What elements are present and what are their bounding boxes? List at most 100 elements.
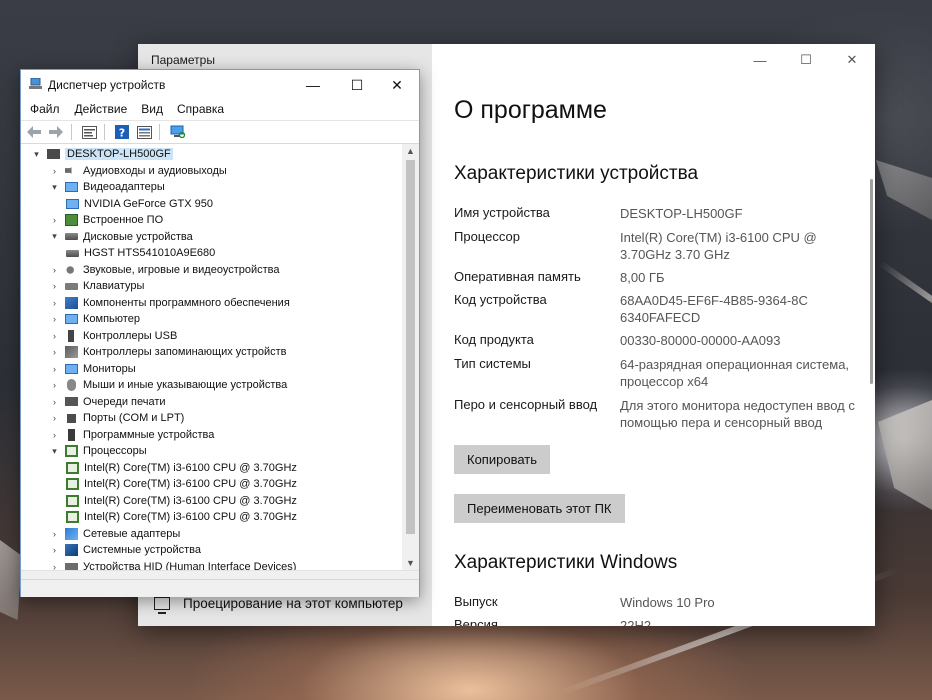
tree-node-label: Порты (COM и LPT) [83, 412, 185, 424]
tree-category-node[interactable]: › Устройства HID (Human Interface Devices… [49, 559, 296, 571]
tree-category-node[interactable]: ▾ Видеоадаптеры [49, 179, 165, 195]
expand-icon[interactable]: › [49, 562, 60, 571]
tree-category-node[interactable]: › Программные устройства [49, 427, 214, 443]
scroll-up-icon[interactable]: ▲ [406, 146, 415, 156]
expand-icon[interactable]: › [49, 166, 60, 176]
spec-value-edition: Windows 10 Pro [620, 595, 715, 610]
tree-category-node[interactable]: › Звуковые, игровые и видеоустройства [49, 262, 280, 278]
disk-icon [65, 233, 78, 240]
tree-category-node[interactable]: ▾ Процессоры [49, 443, 147, 459]
tree-category-node[interactable]: › Мониторы [49, 361, 136, 377]
spec-value-processor: Intel(R) Core(TM) i3-6100 CPU @ 3.70GHz … [620, 230, 817, 262]
forward-icon[interactable] [47, 124, 65, 140]
expand-icon[interactable]: › [49, 215, 60, 225]
help-icon[interactable]: ? [113, 124, 131, 140]
tree-node-label: NVIDIA GeForce GTX 950 [84, 197, 213, 210]
tree-category-node[interactable]: ▾ Дисковые устройства [49, 229, 193, 245]
device-manager-icon [29, 78, 42, 89]
expand-icon[interactable]: › [49, 364, 60, 374]
tree-root-node[interactable]: ▾ DESKTOP-LH500GF [31, 146, 173, 162]
tree-device-node[interactable]: NVIDIA GeForce GTX 950 [66, 196, 213, 212]
expand-icon[interactable]: › [49, 281, 60, 291]
menu-file[interactable]: Файл [21, 100, 60, 120]
expand-icon[interactable]: › [49, 298, 60, 308]
settings-maximize-button[interactable]: ☐ [783, 44, 829, 76]
expand-icon[interactable]: › [49, 331, 60, 341]
copy-button[interactable]: Копировать [454, 445, 550, 474]
collapse-icon[interactable]: ▾ [49, 446, 60, 457]
tree-category-node[interactable]: › Компьютер [49, 311, 140, 327]
expand-icon[interactable]: › [49, 529, 60, 539]
settings-minimize-button[interactable]: — [737, 44, 783, 76]
settings-content: — ☐ ✕ О программе Характеристики устройс… [432, 44, 875, 626]
expand-icon[interactable]: › [49, 430, 60, 440]
rename-pc-button[interactable]: Переименовать этот ПК [454, 494, 625, 523]
spec-label-version: Версия [454, 617, 498, 626]
tree-category-node[interactable]: › Мыши и иные указывающие устройства [49, 377, 287, 393]
tree-node-label: Компьютер [83, 313, 140, 325]
tree-device-node[interactable]: HGST HTS541010A9E680 [66, 245, 215, 261]
tree-category-node[interactable]: › Аудиовходы и аудиовыходы [49, 163, 227, 179]
tree-category-node[interactable]: › Системные устройства [49, 542, 201, 558]
collapse-icon[interactable]: ▾ [49, 231, 60, 242]
expand-icon[interactable]: › [49, 380, 60, 390]
mouse-icon [67, 379, 76, 391]
spec-label-device-name: Имя устройства [454, 205, 550, 220]
settings-window-title: Параметры [151, 53, 215, 67]
menu-action[interactable]: Действие [60, 100, 128, 120]
devmgr-titlebar[interactable]: Диспетчер устройств — ☐ ✕ [21, 70, 419, 100]
tree-device-node[interactable]: Intel(R) Core(TM) i3-6100 CPU @ 3.70GHz [66, 476, 297, 492]
tree-device-node[interactable]: Intel(R) Core(TM) i3-6100 CPU @ 3.70GHz [66, 493, 297, 509]
devmgr-minimize-button[interactable]: — [291, 70, 335, 100]
expand-icon[interactable]: › [49, 314, 60, 324]
devmgr-maximize-button[interactable]: ☐ [335, 70, 379, 100]
projector-icon [154, 597, 170, 614]
expand-icon[interactable]: › [49, 265, 60, 275]
settings-scrollbar[interactable] [870, 179, 873, 384]
back-icon[interactable] [25, 124, 43, 140]
expand-icon[interactable]: › [49, 397, 60, 407]
tree-category-node[interactable]: › Контроллеры USB [49, 328, 177, 344]
tree-category-node[interactable]: › Клавиатуры [49, 278, 144, 294]
cpu-icon [66, 511, 79, 523]
tree-category-node[interactable]: › Порты (COM и LPT) [49, 410, 184, 426]
devmgr-close-button[interactable]: ✕ [375, 70, 419, 100]
menu-view[interactable]: Вид [127, 100, 163, 120]
update-driver-icon[interactable] [135, 124, 153, 140]
tree-node-label: HGST HTS541010A9E680 [84, 247, 216, 259]
expand-icon[interactable]: › [49, 545, 60, 555]
toolbar-separator [159, 124, 160, 140]
tree-node-label: Мыши и иные указывающие устройства [83, 379, 288, 391]
tree-category-node[interactable]: › Компоненты программного обеспечения [49, 295, 290, 311]
tree-node-label: Мониторы [83, 362, 136, 375]
settings-close-button[interactable]: ✕ [829, 44, 875, 76]
spec-value-device-name: DESKTOP-LH500GF [620, 206, 743, 221]
properties-icon[interactable] [80, 124, 98, 140]
tree-category-node[interactable]: › Контроллеры запоминающих устройств [49, 344, 286, 360]
expand-icon[interactable]: › [49, 347, 60, 357]
settings-window-controls: — ☐ ✕ [737, 44, 875, 76]
collapse-icon[interactable]: ▾ [49, 182, 60, 193]
usb-icon [68, 329, 74, 342]
tree-device-node[interactable]: Intel(R) Core(TM) i3-6100 CPU @ 3.70GHz [66, 509, 297, 525]
kbd-icon [65, 282, 78, 290]
collapse-icon[interactable]: ▾ [31, 149, 42, 160]
nav-item-projection[interactable]: Проецирование на этот компьютер [154, 596, 403, 614]
spec-label-system-type: Тип системы [454, 356, 531, 371]
disk-icon [66, 249, 79, 257]
devmgr-vertical-scrollbar[interactable]: ▲ ▼ [402, 144, 419, 570]
tree-category-node[interactable]: › Сетевые адаптеры [49, 526, 180, 542]
scroll-down-icon[interactable]: ▼ [406, 558, 415, 568]
monitor-icon [65, 363, 78, 374]
tree-node-label: Аудиовходы и аудиовыходы [83, 164, 227, 177]
scan-hardware-icon[interactable] [168, 124, 186, 140]
cpu-icon [66, 461, 79, 474]
tree-device-node[interactable]: Intel(R) Core(TM) i3-6100 CPU @ 3.70GHz [66, 460, 297, 476]
spec-label-processor: Процессор [454, 229, 520, 244]
expand-icon[interactable]: › [49, 413, 60, 423]
devmgr-statusbar [21, 579, 419, 597]
scrollbar-thumb[interactable] [406, 160, 415, 534]
tree-category-node[interactable]: › Встроенное ПО [49, 212, 163, 228]
tree-category-node[interactable]: › Очереди печати [49, 394, 166, 410]
menu-help[interactable]: Справка [163, 100, 224, 120]
